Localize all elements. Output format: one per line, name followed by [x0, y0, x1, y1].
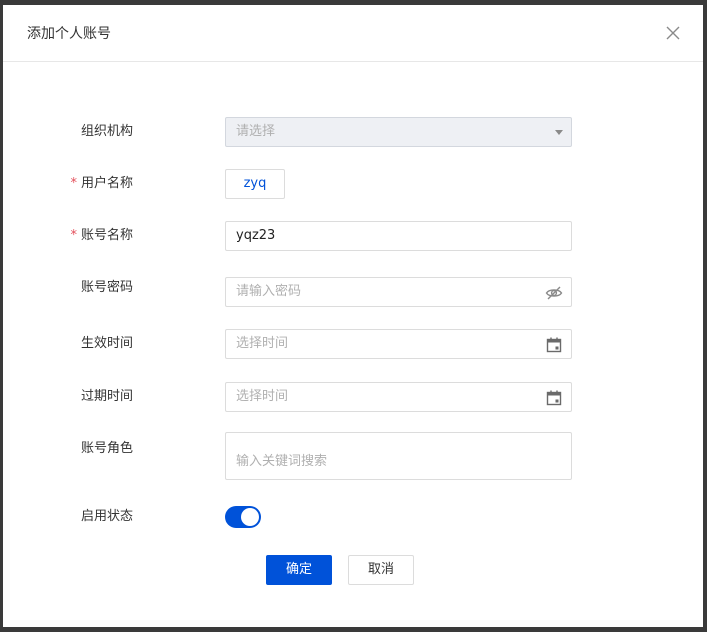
password-input[interactable]: 请输入密码	[225, 277, 572, 307]
account-name-value: yqz23	[236, 228, 276, 243]
expire-time-picker[interactable]: 选择时间	[225, 382, 572, 412]
account-name-input[interactable]: yqz23	[225, 221, 572, 251]
dialog-header: 添加个人账号	[3, 5, 703, 62]
password-label: 账号密码	[80, 280, 133, 295]
status-toggle[interactable]	[225, 506, 261, 528]
expire-time-label: 过期时间	[80, 389, 133, 404]
required-mark: *	[70, 176, 77, 191]
role-label: 账号角色	[80, 441, 133, 456]
calendar-icon[interactable]	[545, 389, 563, 407]
org-label: 组织机构	[80, 124, 133, 139]
username-select-button[interactable]: zyq	[225, 169, 285, 199]
role-search-placeholder: 输入关键词搜索	[236, 454, 328, 469]
calendar-icon[interactable]	[545, 336, 563, 354]
eye-off-icon[interactable]	[545, 284, 563, 302]
dialog-title: 添加个人账号	[27, 26, 111, 42]
effective-time-placeholder: 选择时间	[236, 336, 289, 351]
toggle-knob	[241, 508, 259, 526]
password-placeholder: 请输入密码	[236, 284, 302, 299]
status-label: 启用状态	[80, 509, 133, 524]
confirm-button[interactable]: 确定	[266, 555, 332, 585]
effective-time-label: 生效时间	[80, 336, 133, 351]
username-label: * 用户名称	[70, 176, 133, 191]
close-icon[interactable]	[665, 25, 681, 41]
account-name-label: * 账号名称	[70, 228, 133, 243]
cancel-button[interactable]: 取消	[348, 555, 414, 585]
required-mark: *	[70, 228, 77, 243]
role-search-input[interactable]: 输入关键词搜索	[225, 432, 572, 480]
caret-down-icon	[555, 130, 563, 135]
org-select[interactable]: 请选择	[225, 117, 572, 147]
expire-time-placeholder: 选择时间	[236, 389, 289, 404]
effective-time-picker[interactable]: 选择时间	[225, 329, 572, 359]
add-account-dialog: 添加个人账号 组织机构 请选择 * 用户名称 zyq * 账号名称 yqz23 账号…	[3, 5, 703, 627]
org-select-placeholder: 请选择	[236, 124, 276, 139]
